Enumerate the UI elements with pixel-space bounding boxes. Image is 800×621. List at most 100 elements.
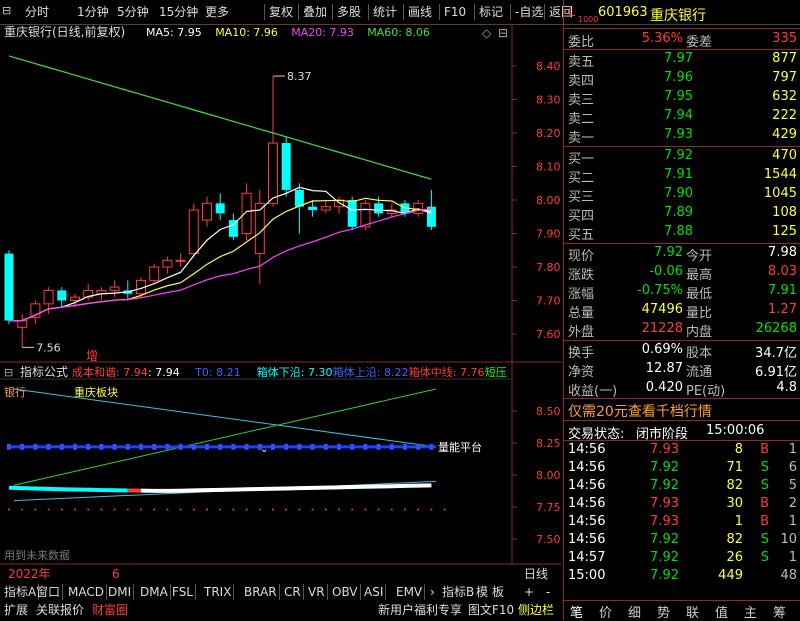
toolbar-item-12[interactable]: -自选: [512, 3, 546, 21]
indicator-tick-label: 8.50: [536, 405, 561, 418]
commission-row: 委比5.36%委差335: [564, 30, 800, 49]
chart-panel: 重庆银行(日线,前复权)MA5: 7.95MA10: 7.96MA20: 7.9…: [0, 24, 562, 584]
toolbar-item-4[interactable]: 更多: [202, 3, 232, 21]
promo-link[interactable]: 仅需20元查看千档行情: [568, 401, 712, 421]
indicator-tab-7[interactable]: BRAR: [242, 584, 280, 600]
indicator-label-5: 箱体中线: 7.76: [409, 365, 485, 379]
tick-time: 14:57: [568, 550, 605, 565]
price-tick-label: 8.00: [536, 194, 561, 207]
indicator-tab-11[interactable]: ASI: [362, 584, 386, 600]
candle-body: [269, 143, 278, 203]
scroll-left-icon[interactable]: ›: [428, 584, 437, 600]
stats-row: 净资12.87流通6.91亿: [564, 360, 800, 379]
right-tab-0[interactable]: 笔: [570, 602, 583, 621]
toolbar-item-1[interactable]: 1分钟: [74, 3, 112, 21]
toolbar-separator: [368, 4, 369, 20]
indicator-tab-6[interactable]: TRIX: [202, 584, 234, 600]
candle-body: [71, 297, 80, 300]
bottom-right-link-2[interactable]: 侧边栏: [516, 602, 556, 618]
quote-row: 涨幅-0.75%最低7.91: [564, 282, 800, 301]
indicator-tab-3[interactable]: DMI: [106, 584, 134, 600]
toolbar-item-6[interactable]: 叠加: [300, 3, 330, 21]
toolbar-item-0[interactable]: 分时: [22, 3, 52, 21]
indicator-dot: [100, 509, 102, 511]
indicator-tab-4[interactable]: DMA: [138, 584, 171, 600]
indicator-dot: [127, 509, 129, 511]
ask-price: 7.93: [664, 127, 693, 142]
bottom-link-0[interactable]: 扩展: [2, 602, 30, 618]
bid-volume: 1544: [764, 167, 797, 182]
commission-ratio-label: 委比: [568, 31, 594, 50]
platform-marker: [205, 444, 209, 450]
divider: [564, 420, 800, 421]
ma-label-1: MA10: 7.96: [215, 26, 278, 39]
stat-label: 收益(一): [568, 380, 617, 399]
indicator-tick-label: 8.00: [536, 469, 561, 482]
candle-body: [374, 203, 383, 213]
price-tick-label: 7.80: [536, 261, 561, 274]
toolbar-item-10[interactable]: F10: [441, 3, 469, 21]
toolbar-item-8[interactable]: 统计: [370, 3, 400, 21]
indicator-tab-5[interactable]: FSL: [170, 584, 196, 600]
ask-volume: 429: [772, 127, 797, 142]
indicator-dot: [232, 509, 234, 511]
right-tab-6[interactable]: 主: [744, 602, 757, 621]
indicator-tab-1[interactable]: 窗口: [34, 584, 63, 600]
tick-time: 14:56: [568, 442, 605, 457]
indicator-tab-10[interactable]: OBV: [330, 584, 361, 600]
stock-sub: 1000: [578, 15, 598, 24]
candle-body: [308, 207, 317, 210]
indicator-b-tab-1[interactable]: 模 板: [474, 584, 506, 600]
minus-icon[interactable]: -: [544, 584, 552, 600]
toolbar-item-9[interactable]: 画线: [405, 3, 435, 21]
right-tab-3[interactable]: 势: [657, 602, 670, 621]
indicator-dot: [193, 509, 195, 511]
platform-marker: [297, 444, 301, 450]
right-tab-1[interactable]: 价: [599, 602, 612, 621]
toolbar-icon[interactable]: ⊟: [2, 4, 11, 17]
platform-marker: [271, 444, 275, 450]
toolbar-item-7[interactable]: 多股: [334, 3, 364, 21]
candle-body: [427, 207, 436, 227]
bottom-link-1[interactable]: 关联报价: [34, 602, 86, 618]
toolbar-item-11[interactable]: 标记: [476, 3, 506, 21]
bottom-right-link-1[interactable]: 图文F10: [466, 602, 516, 618]
toolbar-separator: [264, 4, 265, 20]
bid-volume: 108: [772, 205, 797, 220]
indicator-label-3: 箱体下沿: 7.30: [257, 365, 333, 379]
indicator-tab-12[interactable]: EMV: [394, 584, 425, 600]
right-tab-2[interactable]: 细: [628, 602, 641, 621]
candle-body: [163, 260, 172, 267]
indicator-dot: [246, 509, 248, 511]
indicator-tab-9[interactable]: VR: [306, 584, 328, 600]
kline-chart[interactable]: 重庆银行(日线,前复权)MA5: 7.95MA10: 7.96MA20: 7.9…: [0, 24, 562, 584]
right-tab-5[interactable]: 值: [715, 602, 728, 621]
tick-volume: 449: [718, 568, 743, 583]
candle-body: [176, 260, 185, 261]
platform-marker: [7, 444, 11, 450]
platform-marker: [139, 444, 143, 450]
collapse-icon: ⊟: [4, 366, 13, 379]
indicator-b-tab-0[interactable]: 指标B: [440, 584, 476, 600]
toolbar-item-3[interactable]: 15分钟: [156, 3, 201, 21]
quote-panel: L1000601963重庆银行委比5.36%委差335卖五7.97877卖四7.…: [563, 0, 800, 620]
low-price-label: 7.56: [36, 341, 61, 354]
quote-label: 外盘: [568, 321, 594, 340]
toolbar-item-5[interactable]: 复权: [266, 3, 296, 21]
right-tab-4[interactable]: 联: [686, 602, 699, 621]
bottom-right-link-0[interactable]: 新用户福利专享: [376, 602, 464, 618]
indicator-tab-2[interactable]: MACD: [66, 584, 107, 600]
indicator-tab-8[interactable]: CR: [282, 584, 304, 600]
tick-side: B: [760, 496, 769, 511]
indicator-dot: [153, 509, 155, 511]
right-tab-7[interactable]: 筹: [773, 602, 786, 621]
ma60-line: [9, 56, 431, 179]
add-icon[interactable]: +: [522, 584, 536, 600]
tick-volume: 82: [726, 478, 743, 493]
ask-volume: 632: [772, 89, 797, 104]
bottom-link-2[interactable]: 财富圈: [90, 602, 130, 618]
tick-time: 14:56: [568, 532, 605, 547]
right-tab-bar: 笔价细势联值主筹: [564, 600, 800, 621]
toolbar-item-2[interactable]: 5分钟: [114, 3, 152, 21]
indicator-dot: [21, 509, 23, 511]
